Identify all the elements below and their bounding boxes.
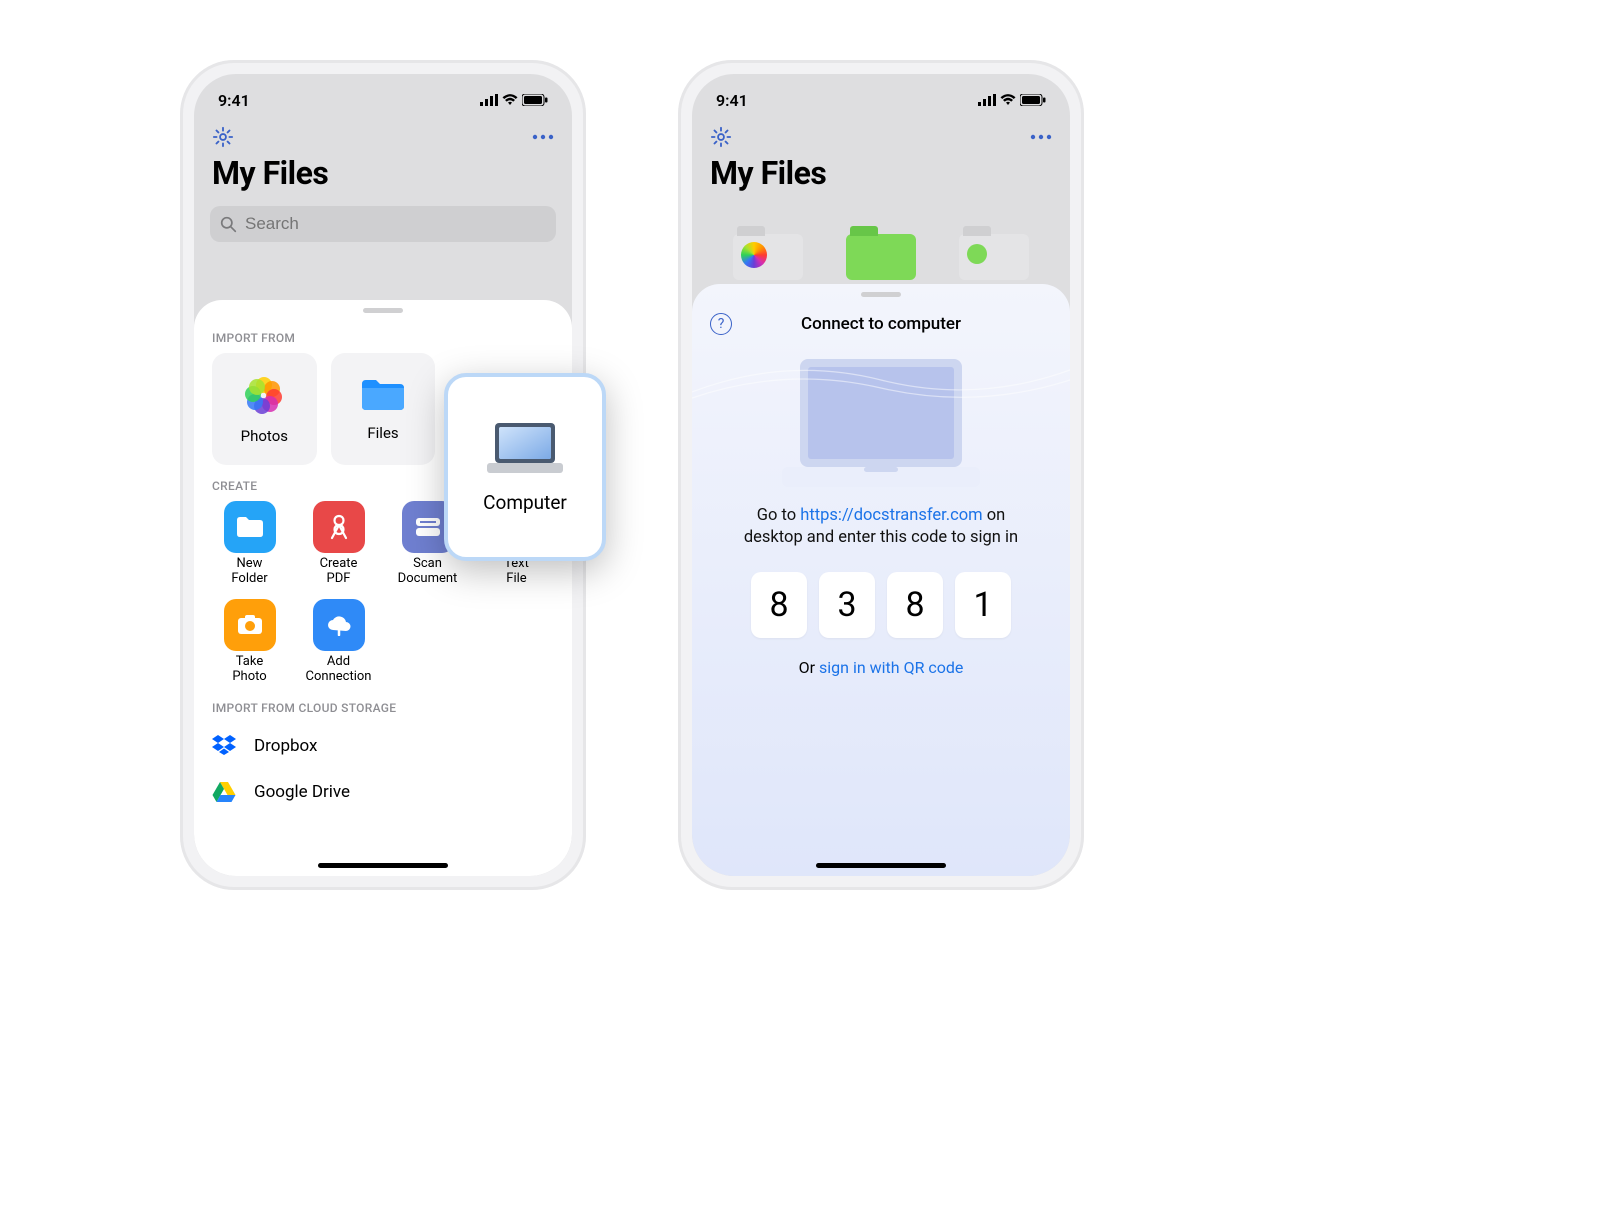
code-digit: 8 xyxy=(751,572,807,638)
gear-icon[interactable] xyxy=(710,126,732,148)
home-indicator[interactable] xyxy=(318,863,448,868)
create-text-label: Text File xyxy=(504,557,529,587)
folder-thumb[interactable] xyxy=(846,234,916,280)
cellular-icon xyxy=(978,94,996,106)
status-time: 9:41 xyxy=(716,91,748,110)
status-bar: 9:41 xyxy=(194,74,572,114)
status-time: 9:41 xyxy=(218,91,250,110)
import-files-label: Files xyxy=(367,424,398,442)
phone-screen-right: 9:41 My Files xyxy=(692,74,1070,876)
cloud-dropbox-label: Dropbox xyxy=(254,736,318,756)
create-connection-label: Add Connection xyxy=(306,655,372,685)
connect-sheet: ? Connect to computer Go to https://docs xyxy=(692,284,1070,876)
alternative-signin: Or sign in with QR code xyxy=(692,646,1070,677)
import-files-tile[interactable]: Files xyxy=(331,353,436,465)
laptop-icon xyxy=(483,421,567,477)
instruction-text: Go to https://docstransfer.com on deskto… xyxy=(692,493,1070,550)
create-scan-label: Scan Document xyxy=(398,557,458,587)
qr-signin-link[interactable]: sign in with QR code xyxy=(819,658,963,677)
section-import-from: IMPORT FROM xyxy=(194,323,572,353)
sheet-grabber[interactable] xyxy=(861,292,901,297)
section-cloud: IMPORT FROM CLOUD STORAGE xyxy=(194,693,572,723)
page-title: My Files xyxy=(194,154,572,202)
search-icon xyxy=(220,216,237,233)
status-icons xyxy=(480,94,548,106)
import-photos-label: Photos xyxy=(241,427,288,445)
page-title: My Files xyxy=(692,154,1070,202)
create-take-photo[interactable]: Take Photo xyxy=(208,599,291,685)
pdf-icon xyxy=(325,513,353,541)
camera-icon xyxy=(236,614,264,636)
sheet-grabber[interactable] xyxy=(363,308,403,313)
battery-icon xyxy=(522,94,548,106)
more-icon[interactable] xyxy=(532,134,554,140)
wifi-icon xyxy=(502,94,518,106)
google-drive-icon xyxy=(212,781,236,803)
folder-icon xyxy=(360,376,406,414)
status-icons xyxy=(978,94,1046,106)
photos-icon xyxy=(242,373,286,417)
create-new-folder-label: New Folder xyxy=(231,557,267,587)
folder-thumbnails xyxy=(692,234,1070,280)
create-pdf[interactable]: Create PDF xyxy=(297,501,380,587)
connect-title: Connect to computer xyxy=(732,314,1030,334)
create-new-folder[interactable]: New Folder xyxy=(208,501,291,587)
import-computer-tile-highlighted[interactable]: Computer xyxy=(444,373,606,561)
create-photo-label: Take Photo xyxy=(232,655,266,685)
gear-icon[interactable] xyxy=(212,126,234,148)
phone-frame-right: 9:41 My Files xyxy=(678,60,1084,890)
cloud-icon xyxy=(324,614,354,636)
cloud-dropbox[interactable]: Dropbox xyxy=(212,723,554,769)
code-display: 8 3 8 1 xyxy=(692,550,1070,646)
cellular-icon xyxy=(480,94,498,106)
home-indicator[interactable] xyxy=(816,863,946,868)
import-photos-tile[interactable]: Photos xyxy=(212,353,317,465)
cloud-gdrive-label: Google Drive xyxy=(254,782,350,802)
more-icon[interactable] xyxy=(1030,134,1052,140)
import-computer-label: Computer xyxy=(483,491,567,514)
wifi-icon xyxy=(1000,94,1016,106)
transfer-url-link[interactable]: https://docstransfer.com xyxy=(800,506,982,525)
search-input[interactable] xyxy=(245,214,546,234)
create-pdf-label: Create PDF xyxy=(320,557,358,587)
status-bar: 9:41 xyxy=(692,74,1070,114)
create-add-connection[interactable]: Add Connection xyxy=(297,599,380,685)
folder-thumb[interactable] xyxy=(733,234,803,280)
new-folder-icon xyxy=(235,515,265,539)
code-digit: 1 xyxy=(955,572,1011,638)
folder-thumb[interactable] xyxy=(959,234,1029,280)
scanner-icon xyxy=(414,516,442,538)
decorative-waves xyxy=(692,362,1070,402)
help-icon[interactable]: ? xyxy=(710,313,732,335)
dropbox-icon xyxy=(212,735,236,757)
code-digit: 8 xyxy=(887,572,943,638)
code-digit: 3 xyxy=(819,572,875,638)
battery-icon xyxy=(1020,94,1046,106)
search-field[interactable] xyxy=(210,206,556,242)
cloud-google-drive[interactable]: Google Drive xyxy=(212,769,554,815)
